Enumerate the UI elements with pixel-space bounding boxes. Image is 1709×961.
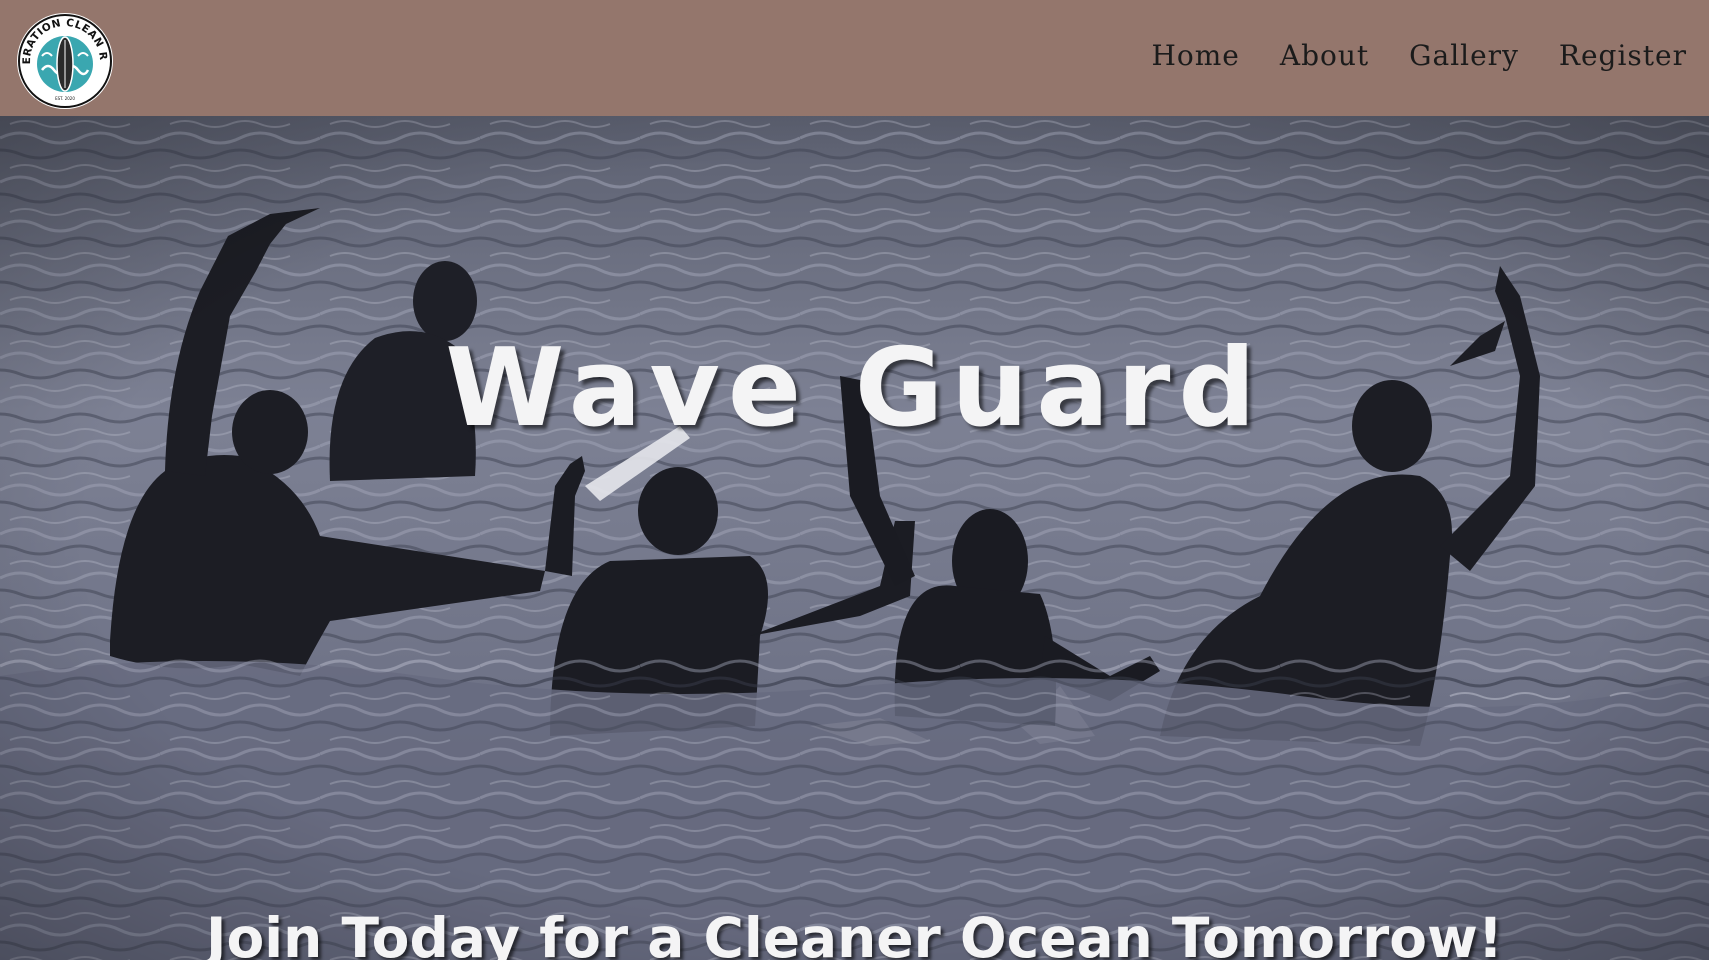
nav-gallery[interactable]: Gallery (1409, 39, 1519, 72)
surfboard-logo-icon: OPERATION CLEAN RIDE EST. 2020 (11, 3, 113, 109)
surfers-in-ocean-photo (0, 116, 1709, 961)
site-header: OPERATION CLEAN RIDE EST. 2020 Home Abou… (0, 0, 1709, 116)
site-logo[interactable]: OPERATION CLEAN RIDE EST. 2020 (11, 3, 114, 110)
hero-title: Wave Guard (445, 326, 1264, 452)
nav-register[interactable]: Register (1559, 39, 1687, 72)
main-nav: Home About Gallery Register (1151, 0, 1687, 110)
logo-est-text: EST. 2020 (55, 96, 75, 101)
hero-tagline: Join Today for a Cleaner Ocean Tomorrow! (206, 905, 1503, 961)
nav-home[interactable]: Home (1151, 39, 1239, 72)
nav-about[interactable]: About (1280, 39, 1369, 72)
page: OPERATION CLEAN RIDE EST. 2020 Home Abou… (0, 0, 1709, 961)
hero-section: Wave Guard Join Today for a Cleaner Ocea… (0, 116, 1709, 961)
